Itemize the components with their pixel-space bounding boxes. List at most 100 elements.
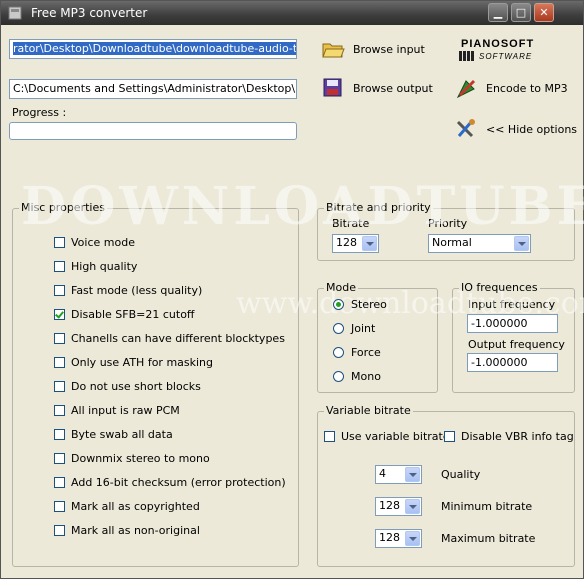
browse-output-button[interactable]: Browse output (321, 77, 433, 99)
input-path-field[interactable]: rator\Desktop\Downloadtube\downloadtube-… (9, 39, 297, 59)
misc-option[interactable]: All input is raw PCM (54, 404, 180, 417)
encode-icon (456, 79, 476, 99)
checkbox-box[interactable] (54, 429, 65, 440)
mode-option[interactable]: Force (333, 346, 381, 359)
checkbox-box[interactable] (54, 381, 65, 392)
app-icon (8, 6, 22, 20)
chevron-down-icon[interactable] (514, 236, 529, 251)
checkbox-box[interactable] (54, 453, 65, 464)
minimize-button[interactable]: ▁ (488, 3, 508, 22)
misc-option-label: High quality (71, 260, 138, 273)
bitrate-label: Bitrate (332, 217, 370, 230)
logo-sub-text: SOFTWARE (479, 52, 533, 61)
bitrate-select[interactable]: 128 (332, 234, 379, 253)
chevron-down-icon[interactable] (405, 531, 420, 546)
input-frequency-field[interactable]: -1.000000 (467, 314, 558, 333)
misc-option[interactable]: High quality (54, 260, 137, 273)
checkbox-box[interactable] (444, 431, 455, 442)
chevron-down-icon[interactable] (405, 467, 420, 482)
mode-option-label: Force (351, 346, 381, 359)
piano-keys-icon (459, 51, 474, 61)
encode-label: Encode to MP3 (486, 81, 568, 95)
maximize-button[interactable]: □ (511, 3, 531, 22)
encode-button[interactable]: Encode to MP3 (454, 77, 568, 99)
mode-option[interactable]: Stereo (333, 298, 387, 311)
use-vbr-label: Use variable bitrate (341, 430, 450, 443)
priority-value: Normal (432, 236, 472, 249)
misc-option[interactable]: Disable SFB=21 cutoff (54, 308, 195, 321)
misc-option-label: All input is raw PCM (71, 404, 180, 417)
max-bitrate-select[interactable]: 128 (375, 529, 422, 548)
min-bitrate-select[interactable]: 128 (375, 497, 422, 516)
checkbox-box[interactable] (54, 261, 65, 272)
checkbox-box[interactable] (54, 237, 65, 248)
close-button[interactable]: ✕ (534, 3, 554, 22)
misc-option[interactable]: Downmix stereo to mono (54, 452, 210, 465)
quality-select[interactable]: 4 (375, 465, 422, 484)
progress-label: Progress : (12, 106, 67, 119)
checkbox-box[interactable] (54, 477, 65, 488)
misc-option-label: Do not use short blocks (71, 380, 201, 393)
main-window: Free MP3 converter ▁ □ ✕ rator\Desktop\D… (0, 0, 584, 579)
variable-bitrate-title: Variable bitrate (324, 404, 413, 417)
misc-option[interactable]: Byte swab all data (54, 428, 173, 441)
misc-option-label: Voice mode (71, 236, 135, 249)
misc-option-label: Add 16-bit checksum (error protection) (71, 476, 286, 489)
checkbox-box[interactable] (54, 501, 65, 512)
radio-button[interactable] (333, 347, 344, 358)
checkbox-box[interactable] (54, 525, 65, 536)
min-bitrate-value: 128 (379, 499, 400, 512)
misc-option-label: Downmix stereo to mono (71, 452, 210, 465)
bitrate-priority-title: Bitrate and priority (324, 201, 433, 214)
misc-option[interactable]: Mark all as non-original (54, 524, 200, 537)
output-frequency-field[interactable]: -1.000000 (467, 353, 558, 372)
title-bar[interactable]: Free MP3 converter ▁ □ ✕ (1, 1, 583, 25)
quality-value: 4 (379, 467, 386, 480)
max-bitrate-value: 128 (379, 531, 400, 544)
checkbox-box[interactable] (54, 357, 65, 368)
output-frequency-label: Output frequency (468, 338, 565, 351)
misc-option[interactable]: Chanells can have different blocktypes (54, 332, 285, 345)
priority-label: Priority (428, 217, 468, 230)
misc-option-label: Mark all as non-original (71, 524, 200, 537)
checkbox-box[interactable] (54, 285, 65, 296)
output-path-field[interactable]: C:\Documents and Settings\Administrator\… (9, 79, 297, 99)
checkbox-box[interactable] (54, 333, 65, 344)
disable-vbr-info-checkbox[interactable]: Disable VBR info tag (444, 430, 574, 443)
checkbox-box[interactable] (54, 405, 65, 416)
misc-option-label: Chanells can have different blocktypes (71, 332, 285, 345)
radio-button[interactable] (333, 299, 344, 310)
browse-input-button[interactable]: Browse input (321, 38, 425, 60)
misc-option[interactable]: Only use ATH for masking (54, 356, 213, 369)
min-bitrate-label: Minimum bitrate (441, 500, 533, 513)
misc-option[interactable]: Add 16-bit checksum (error protection) (54, 476, 286, 489)
misc-option[interactable]: Mark all as copyrighted (54, 500, 200, 513)
radio-button[interactable] (333, 371, 344, 382)
hide-options-button[interactable]: << Hide options (454, 118, 577, 140)
mode-option-label: Stereo (351, 298, 387, 311)
checkbox-box[interactable] (324, 431, 335, 442)
max-bitrate-label: Maximum bitrate (441, 532, 536, 545)
misc-option-label: Byte swab all data (71, 428, 173, 441)
mode-option[interactable]: Mono (333, 370, 381, 383)
browse-input-label: Browse input (353, 42, 425, 56)
misc-option[interactable]: Do not use short blocks (54, 380, 201, 393)
save-disk-icon (323, 78, 342, 97)
misc-option[interactable]: Fast mode (less quality) (54, 284, 202, 297)
input-path-text: rator\Desktop\Downloadtube\downloadtube-… (13, 42, 296, 55)
use-vbr-checkbox[interactable]: Use variable bitrate (324, 430, 450, 443)
chevron-down-icon[interactable] (362, 236, 377, 251)
mode-option-label: Joint (351, 322, 376, 335)
hide-options-label: << Hide options (486, 122, 578, 136)
open-folder-icon (322, 43, 345, 58)
priority-select[interactable]: Normal (428, 234, 531, 253)
tools-icon (456, 119, 475, 138)
checkbox-box[interactable] (54, 309, 65, 320)
io-frequences-title: IO frequences (459, 281, 540, 294)
browse-output-label: Browse output (353, 81, 433, 95)
radio-button[interactable] (333, 323, 344, 334)
chevron-down-icon[interactable] (405, 499, 420, 514)
misc-option[interactable]: Voice mode (54, 236, 135, 249)
mode-option[interactable]: Joint (333, 322, 375, 335)
logo-main-text: PIANOSOFT (461, 38, 535, 50)
